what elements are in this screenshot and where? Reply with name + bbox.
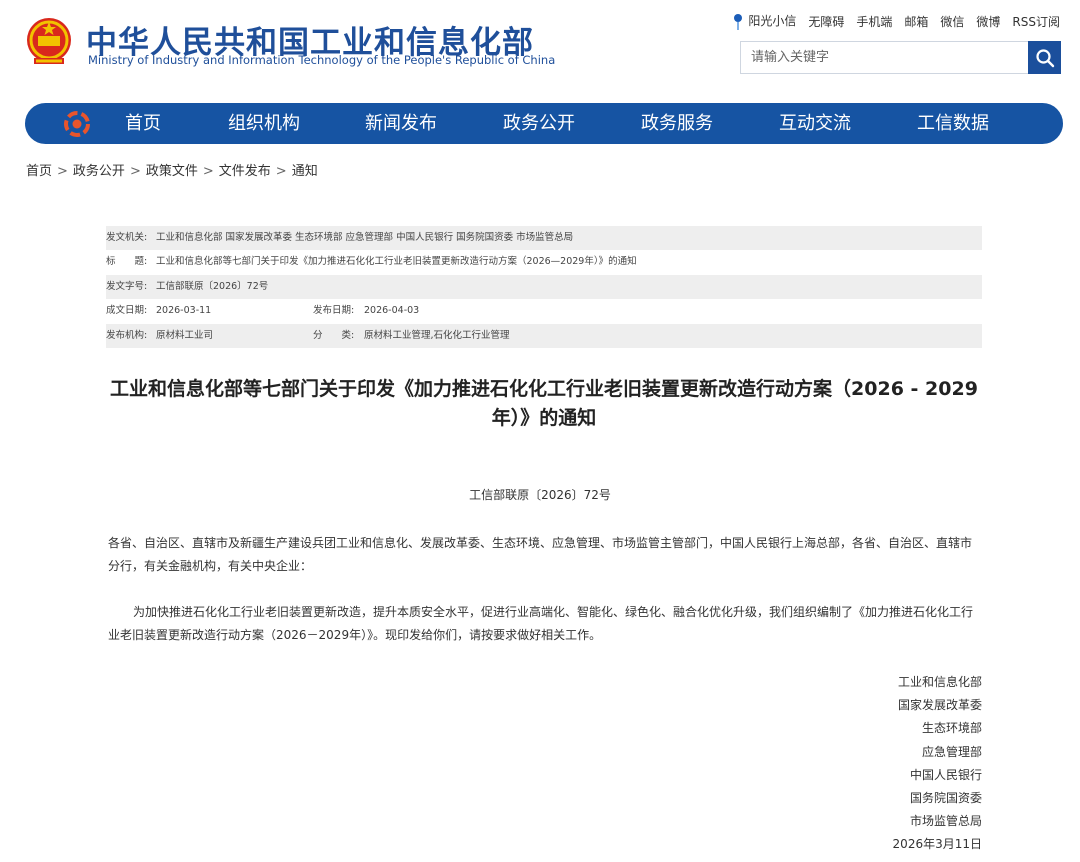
signature-line: 国务院国资委	[909, 790, 982, 805]
toplink-label: 阳光小信	[748, 14, 797, 28]
top-links: 阳光小信 无障碍 手机端 邮箱 微信 微博 RSS订阅	[732, 12, 1060, 31]
national-emblem-icon[interactable]	[24, 14, 74, 70]
signature-line: 工业和信息化部	[897, 675, 982, 689]
search-icon	[1035, 48, 1054, 67]
site-subtitle: Ministry of Industry and Information Tec…	[88, 53, 556, 67]
breadcrumb-gov-affairs[interactable]: 政务公开	[73, 164, 125, 179]
meta-row-issuer: 发文机关: 工业和信息化部 国家发展改革委 生态环境部 应急管理部 中国人民银行…	[106, 226, 982, 251]
sunshine-icon	[734, 13, 743, 30]
nav-item-services[interactable]: 政务服务	[641, 103, 713, 144]
nav-item-government-affairs[interactable]: 政务公开	[503, 103, 575, 144]
recipients-paragraph: 各省、自治区、直辖市及新疆生产建设兵团工业和信息化、发展改革委、生态环境、应急管…	[108, 536, 973, 573]
breadcrumb: 首页 > 政务公开 > 政策文件 > 文件发布 > 通知	[26, 160, 318, 179]
search-button[interactable]	[1028, 41, 1061, 74]
meta-title: 工业和信息化部等七部门关于印发《加力推进石化化工行业老旧装置更新改造行动方案（2…	[156, 256, 637, 268]
signature-line: 市场监管总局	[909, 814, 982, 829]
signatures: 工业和信息化部 国家发展改革委 生态环境部 应急管理部 中国人民银行 国务院国资…	[893, 671, 982, 857]
signature-line: 生态环境部	[921, 721, 982, 736]
site-header: 中华人民共和国工业和信息化部 Ministry of Industry and …	[0, 0, 1080, 95]
meta-published-date: 2026-04-03	[364, 305, 420, 317]
main-nav: 首页 组织机构 新闻发布 政务公开 政务服务 互动交流 工信数据	[25, 103, 1063, 144]
meta-label: 分 类:	[313, 329, 355, 341]
meta-row-title: 标 题: 工业和信息化部等七部门关于印发《加力推进石化化工行业老旧装置更新改造行…	[106, 250, 982, 274]
breadcrumb-file-release[interactable]: 文件发布	[219, 164, 271, 179]
breadcrumb-notice[interactable]: 通知	[292, 164, 318, 179]
article-title: 工业和信息化部等七部门关于印发《加力推进石化化工行业老旧装置更新改造行动方案（2…	[110, 378, 978, 429]
toplink-mail[interactable]: 邮箱	[904, 13, 928, 30]
meta-created-date: 2026-03-11	[156, 305, 212, 317]
breadcrumb-separator: >	[57, 164, 68, 179]
signature-line: 国家发展改革委	[897, 698, 982, 713]
meta-row-docno: 发文字号: 工信部联原〔2026〕72号	[106, 274, 982, 300]
search-input[interactable]	[740, 41, 1028, 74]
toplink-wechat[interactable]: 微信	[940, 13, 964, 30]
breadcrumb-separator: >	[202, 164, 214, 179]
document-meta-table: 发文机关: 工业和信息化部 国家发展改革委 生态环境部 应急管理部 中国人民银行…	[106, 226, 982, 348]
meta-row-org: 发布机构: 原材料工业司 分 类: 原材料工业管理,石化化工行业管理	[106, 323, 982, 348]
meta-label: 发布日期:	[313, 305, 355, 317]
meta-docno: 工信部联原〔2026〕72号	[156, 280, 269, 292]
nav-item-news[interactable]: 新闻发布	[365, 103, 437, 144]
toplink-weibo[interactable]: 微博	[976, 13, 1000, 30]
doc-number: 工信部联原〔2026〕72号	[469, 488, 611, 502]
meta-label: 发布机构:	[106, 329, 148, 341]
meta-row-dates: 成文日期: 2026-03-11 发布日期: 2026-04-03	[106, 299, 982, 323]
toplink-rss[interactable]: RSS订阅	[1012, 13, 1060, 30]
meta-label: 发文字号:	[106, 280, 148, 292]
toplink-mobile[interactable]: 手机端	[856, 13, 892, 30]
signature-line: 应急管理部	[921, 744, 982, 759]
body-paragraph: 为加快推进石化化工行业老旧装置更新改造，提升本质安全水平，促进行业高端化、智能化…	[108, 605, 974, 642]
toplink-sunshine[interactable]: 阳光小信	[732, 12, 796, 31]
signature-line: 中国人民银行	[909, 767, 982, 782]
breadcrumb-separator: >	[275, 164, 287, 179]
signature-date: 2026年3月11日	[892, 837, 982, 852]
nav-item-home[interactable]: 首页	[125, 103, 161, 144]
nav-item-organization[interactable]: 组织机构	[228, 103, 300, 144]
breadcrumb-separator: >	[129, 164, 141, 179]
breadcrumb-home[interactable]: 首页	[26, 164, 52, 179]
breadcrumb-policy-files[interactable]: 政策文件	[146, 164, 198, 179]
meta-org: 原材料工业司	[156, 329, 214, 341]
meta-label: 标 题:	[106, 256, 148, 268]
nav-item-data[interactable]: 工信数据	[917, 103, 989, 144]
meta-issuer: 工业和信息化部 国家发展改革委 生态环境部 应急管理部 中国人民银行 国务院国资…	[156, 232, 574, 243]
meta-category: 原材料工业管理,石化化工行业管理	[364, 329, 510, 341]
nav-item-interaction[interactable]: 互动交流	[779, 103, 851, 144]
meta-label: 成文日期:	[106, 305, 148, 317]
miit-logo-icon[interactable]	[63, 110, 91, 138]
meta-label: 发文机关:	[106, 232, 148, 243]
toplink-accessibility[interactable]: 无障碍	[808, 13, 844, 30]
